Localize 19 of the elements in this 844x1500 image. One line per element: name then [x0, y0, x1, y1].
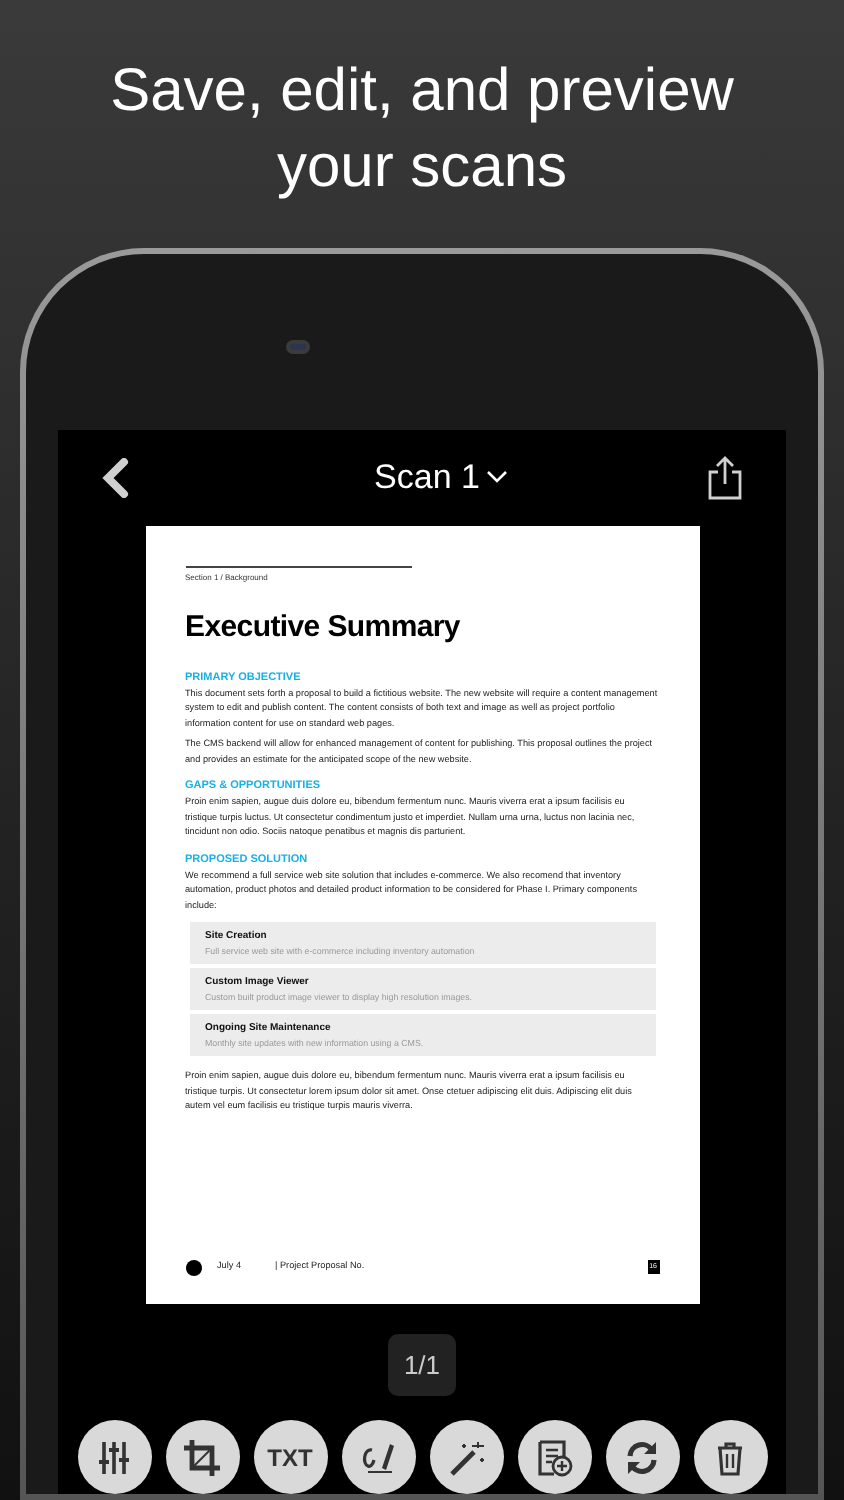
add-note-icon	[532, 1435, 576, 1479]
logo-icon	[185, 1259, 201, 1275]
back-icon[interactable]	[102, 457, 130, 497]
headline: Save, edit, and preview your scans	[108, 56, 736, 204]
scan-title-dropdown[interactable]: Scan 1	[374, 451, 508, 503]
crop-button[interactable]	[165, 1420, 239, 1494]
camera-icon	[286, 340, 310, 353]
magic-wand-button[interactable]	[429, 1420, 503, 1494]
delete-button[interactable]	[693, 1420, 767, 1494]
crop-icon	[180, 1435, 224, 1479]
text-button[interactable]: TXT	[253, 1420, 327, 1494]
share-icon[interactable]	[708, 455, 742, 499]
chevron-down-icon	[485, 470, 508, 484]
adjust-button[interactable]	[77, 1420, 151, 1494]
page-counter: 1/1	[387, 1333, 457, 1396]
document-title: Executive Summary	[185, 609, 462, 645]
rotate-button[interactable]	[605, 1420, 679, 1494]
signature-button[interactable]	[341, 1420, 415, 1494]
add-note-button[interactable]	[517, 1420, 591, 1494]
